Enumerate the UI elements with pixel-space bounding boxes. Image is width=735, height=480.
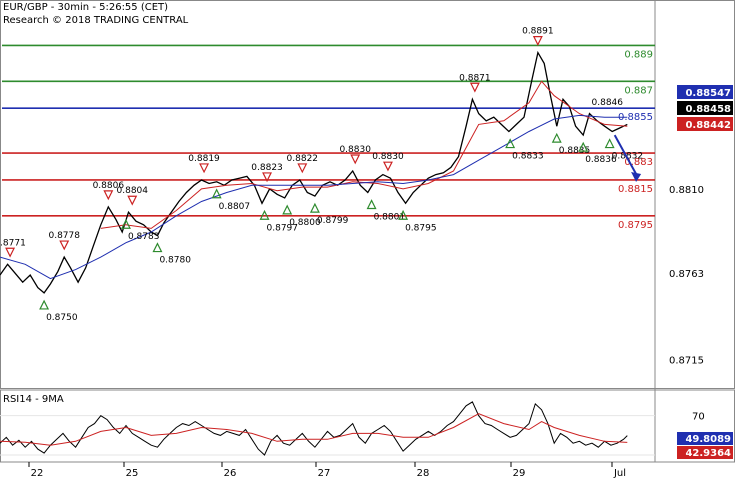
level-label: 0.8855 <box>618 112 653 123</box>
level-label: 0.8815 <box>618 184 653 195</box>
pivot-low-marker <box>366 199 377 210</box>
pivot-high-marker <box>350 154 361 165</box>
pivot-high-label: 0.8830 <box>339 145 371 155</box>
x-tick-label: 27 <box>318 468 331 479</box>
price-tick-label: 0.8810 <box>669 185 704 196</box>
x-tick-label: 25 <box>126 468 139 479</box>
pivot-high-marker <box>297 163 308 174</box>
pivot-high-label: 0.8830 <box>372 152 404 162</box>
level-annotation: 0.8846 <box>592 98 624 108</box>
rsi-panel: 703049.808942.9364 <box>0 389 735 463</box>
x-axis: 22 25 26 27 28 29 Jul <box>28 462 626 479</box>
pivot-high-label: 0.8819 <box>188 154 220 164</box>
x-tick-label: 29 <box>513 468 526 479</box>
pivot-high-label: 0.8871 <box>459 73 491 83</box>
pivot-high-marker <box>469 82 480 93</box>
pivot-low-label: 0.8795 <box>405 223 437 233</box>
pivot-high-label: 0.8823 <box>251 163 283 173</box>
pivot-low-label: 0.8807 <box>219 202 251 212</box>
rsi-line <box>0 401 628 456</box>
pivot-low-marker <box>39 299 50 310</box>
pivot-high-marker <box>532 36 543 46</box>
pivot-high-marker <box>5 247 16 258</box>
pivot-low-label: 0.8780 <box>159 256 191 266</box>
rsi-panel-title: RSI14 - 9MA <box>3 394 64 405</box>
pivot-low-marker <box>282 204 293 215</box>
price-line <box>0 50 628 294</box>
pivot-low-label: 0.8799 <box>317 216 349 226</box>
level-label: 0.887 <box>624 85 653 96</box>
slow-ma-line <box>0 114 628 280</box>
pivot-high-marker <box>103 190 114 201</box>
x-tick-label: Jul <box>613 468 626 479</box>
price-tick-label: 0.8715 <box>669 355 704 366</box>
rsi-tag-label: 49.8089 <box>685 434 731 445</box>
x-tick-label: 26 <box>224 468 237 479</box>
rsi-ma-line <box>0 413 628 446</box>
price-tag-label: 0.88442 <box>685 120 731 131</box>
pivot-low-marker <box>152 242 163 253</box>
x-tick-label: 28 <box>417 468 430 479</box>
pivot-high-marker <box>59 240 70 251</box>
pivot-high-label: 0.8778 <box>48 231 80 241</box>
pivot-high-marker <box>199 163 210 174</box>
level-label: 0.889 <box>624 49 653 60</box>
price-tag-label: 0.88547 <box>685 88 731 99</box>
rsi-panel-frame <box>0 389 735 463</box>
rsi-tag-label: 42.9364 <box>685 448 731 459</box>
pivot-low-label: 0.8783 <box>128 232 160 242</box>
pivot-high-label: 0.8822 <box>287 154 319 164</box>
pivot-high-label: 0.8891 <box>522 27 554 37</box>
rsi-tick-label: 70 <box>692 412 705 423</box>
pivot-low-marker <box>309 202 320 213</box>
pivot-low-label: 0.8833 <box>512 152 544 162</box>
price-tag-label: 0.88458 <box>685 104 731 115</box>
chart-title: EUR/GBP - 30min - 5:26:55 (CET) <box>3 2 169 13</box>
price-panel: 0.8890.8870.88550.8830.88150.87950.88460… <box>0 0 735 462</box>
price-tick-label: 0.8763 <box>669 269 704 280</box>
x-tick-label: 22 <box>31 468 44 479</box>
pivot-low-label: 0.8750 <box>46 313 78 323</box>
pivot-high-label: 0.8804 <box>117 186 149 196</box>
chart-subtitle: Research © 2018 TRADING CENTRAL <box>3 15 189 26</box>
pivot-low-marker <box>551 132 562 143</box>
pivot-high-marker <box>382 161 393 172</box>
pivot-low-marker <box>120 218 131 229</box>
pivot-low-marker <box>604 138 615 149</box>
pivot-high-label: 0.8771 <box>0 238 26 248</box>
chart-canvas: 0.8890.8870.88550.8830.88150.87950.88460… <box>0 0 735 479</box>
level-label: 0.8795 <box>618 220 653 231</box>
pivot-high-marker <box>127 195 138 206</box>
